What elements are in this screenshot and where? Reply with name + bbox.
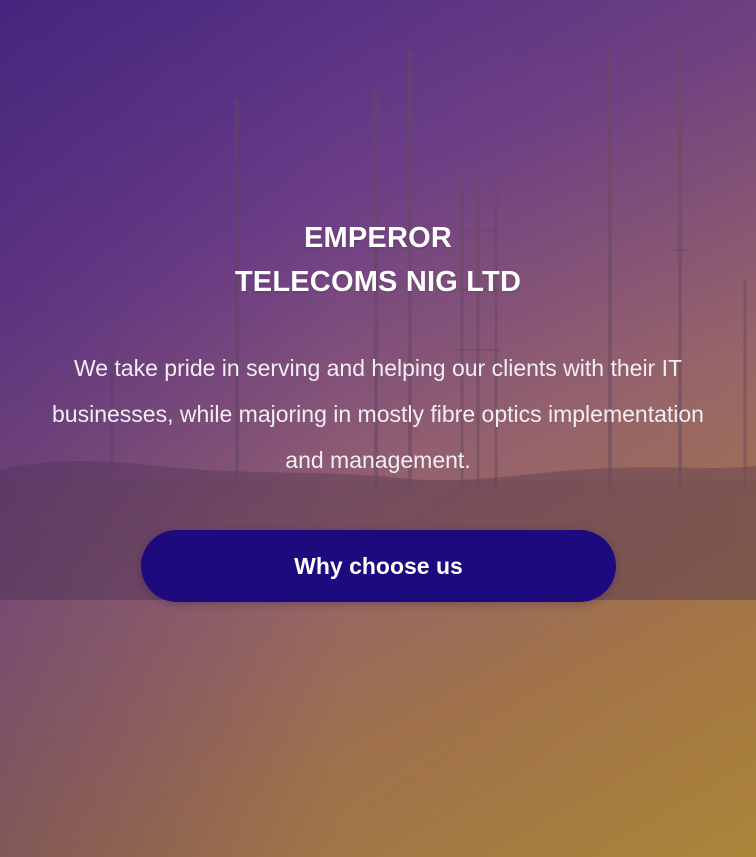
company-title-line2: TELECOMS NIG LTD	[234, 266, 522, 298]
company-title-line1: EMPEROR	[303, 222, 453, 254]
company-title: EMPEROR TELECOMS NIG LTD	[0, 216, 756, 304]
why-choose-us-button[interactable]: Why choose us	[141, 530, 616, 602]
hero-description: We take pride in serving and helping our…	[52, 355, 704, 473]
hero-content: EMPEROR TELECOMS NIG LTD We take pride i…	[0, 0, 756, 857]
hero-section: EMPEROR TELECOMS NIG LTD We take pride i…	[0, 0, 756, 857]
